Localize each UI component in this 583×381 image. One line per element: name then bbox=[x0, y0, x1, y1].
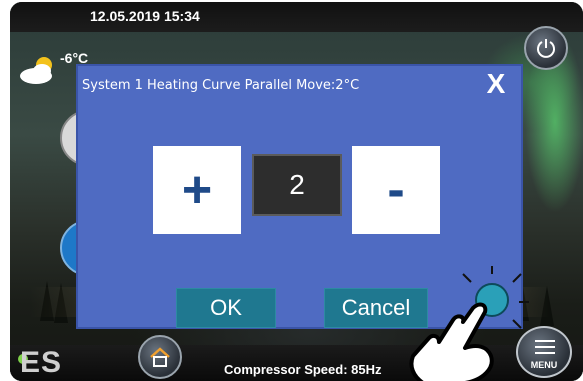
close-icon: X bbox=[486, 68, 506, 99]
pointing-hand-icon bbox=[409, 266, 529, 381]
hamburger-icon bbox=[535, 340, 555, 358]
ok-button[interactable]: OK bbox=[176, 288, 276, 328]
home-icon bbox=[150, 347, 170, 367]
datetime-text: 12.05.2019 15:34 bbox=[90, 8, 200, 24]
close-button[interactable]: X bbox=[482, 70, 510, 98]
status-bar: 12.05.2019 15:34 bbox=[10, 2, 583, 32]
partly-cloudy-icon bbox=[20, 57, 52, 84]
plus-icon: + bbox=[181, 161, 213, 219]
decrement-button[interactable]: - bbox=[352, 146, 440, 234]
dialog-title: System 1 Heating Curve Parallel Move:2°C bbox=[82, 78, 360, 93]
value-display: 2 bbox=[252, 154, 342, 216]
minus-icon: - bbox=[387, 161, 405, 219]
power-button[interactable] bbox=[524, 26, 568, 70]
increment-button[interactable]: + bbox=[153, 146, 241, 234]
brand-logo: ES bbox=[20, 346, 63, 379]
power-icon bbox=[537, 39, 555, 58]
hmi-device: 12.05.2019 15:34 -6°C ES Compressor Spee… bbox=[10, 2, 583, 381]
compressor-speed-text: Compressor Speed: 85Hz bbox=[224, 362, 382, 377]
home-button[interactable] bbox=[138, 335, 182, 379]
